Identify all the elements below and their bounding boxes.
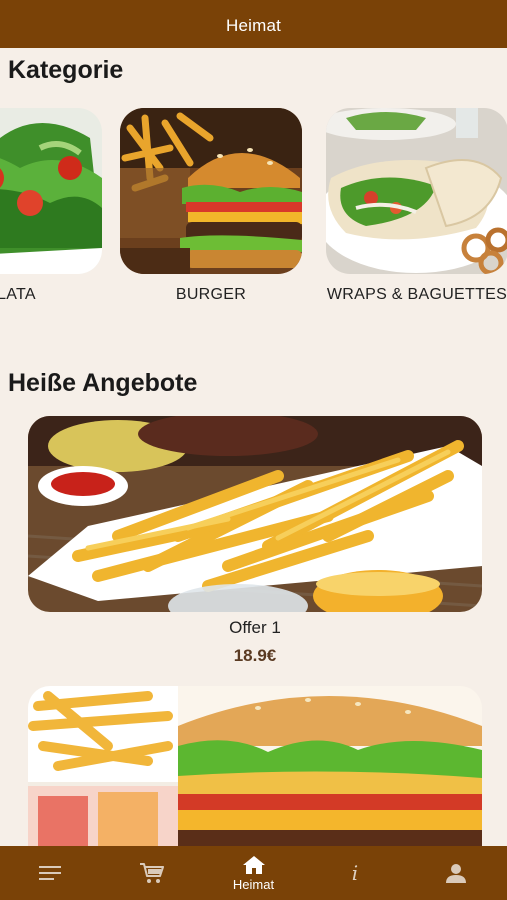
nav-home-label: Heimat [232, 876, 275, 892]
nav-menu[interactable] [0, 846, 101, 900]
category-label: BURGER [175, 286, 247, 303]
offer-card[interactable] [28, 686, 482, 848]
wraps-image [326, 108, 507, 274]
info-icon: i [351, 861, 359, 885]
categories-carousel[interactable]: ALATA [0, 100, 507, 348]
category-card-wraps[interactable]: WRAPS & BAGUETTES [326, 108, 507, 305]
offer-card[interactable]: Offer 1 18.9€ [28, 416, 482, 666]
category-card-burger[interactable]: BURGER [120, 108, 302, 305]
top-app-bar: Heimat [0, 0, 507, 48]
home-icon [242, 855, 265, 874]
category-card-salad[interactable]: ALATA [0, 108, 102, 305]
nav-info[interactable]: i [304, 846, 405, 900]
offer-name: Offer 1 [229, 618, 281, 637]
nav-home[interactable]: Heimat [203, 846, 304, 900]
categories-heading: Kategorie [8, 56, 124, 84]
nav-cart[interactable] [101, 846, 202, 900]
burger-image [120, 108, 302, 274]
burger-fries-image [28, 686, 482, 848]
category-label: WRAPS & BAGUETTES [326, 286, 507, 303]
menu-icon [38, 866, 61, 880]
app-title: Heimat [225, 16, 282, 35]
category-label: ALATA [0, 286, 36, 303]
fries-image [28, 416, 482, 612]
salad-image [0, 108, 102, 274]
hot-offers-heading: Heiße Angebote [8, 369, 198, 397]
user-icon [446, 864, 467, 883]
offer-price: 18.9€ [233, 646, 277, 665]
cart-icon [140, 863, 165, 883]
bottom-navigation: Heimat i [0, 846, 507, 900]
nav-profile[interactable] [406, 846, 507, 900]
